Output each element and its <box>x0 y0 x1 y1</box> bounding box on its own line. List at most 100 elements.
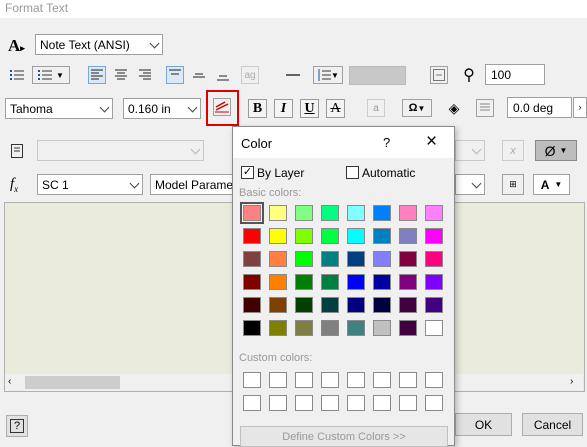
italic-button[interactable]: I <box>274 99 293 118</box>
basic-color-swatch[interactable] <box>243 228 261 244</box>
custom-color-swatch[interactable] <box>269 372 287 388</box>
basic-color-swatch[interactable] <box>425 228 443 244</box>
line-spacing-icon[interactable]: ▼ <box>313 66 343 84</box>
basic-color-swatch[interactable] <box>321 205 339 221</box>
cancel-button[interactable]: Cancel <box>522 413 583 436</box>
parameter-type-dropdown[interactable] <box>37 140 204 161</box>
spacing-field[interactable] <box>349 66 406 85</box>
insert-symbol-icon[interactable]: Ω ▼ <box>402 99 432 117</box>
automatic-checkbox[interactable] <box>346 166 359 179</box>
basic-color-swatch[interactable] <box>399 205 417 221</box>
strikethrough-button[interactable]: A <box>326 99 345 118</box>
custom-color-swatch[interactable] <box>295 395 313 411</box>
basic-color-swatch[interactable] <box>243 297 261 313</box>
basic-color-swatch[interactable] <box>295 297 313 313</box>
basic-color-swatch[interactable] <box>321 297 339 313</box>
numbered-list-icon[interactable]: ▼ <box>32 66 70 84</box>
rotation-input[interactable]: 0.0 deg <box>507 97 572 118</box>
basic-color-swatch[interactable] <box>425 205 443 221</box>
custom-color-swatch[interactable] <box>321 395 339 411</box>
basic-color-swatch[interactable] <box>295 205 313 221</box>
custom-color-swatch[interactable] <box>347 372 365 388</box>
custom-color-swatch[interactable] <box>373 372 391 388</box>
define-custom-colors-button[interactable]: Define Custom Colors >> <box>240 426 448 447</box>
basic-color-swatch[interactable] <box>399 297 417 313</box>
custom-color-swatch[interactable] <box>321 372 339 388</box>
basic-color-swatch[interactable] <box>321 228 339 244</box>
basic-color-swatch[interactable] <box>347 205 365 221</box>
custom-color-swatch[interactable] <box>347 395 365 411</box>
custom-color-swatch[interactable] <box>399 372 417 388</box>
basic-color-swatch[interactable] <box>373 297 391 313</box>
custom-color-swatch[interactable] <box>399 395 417 411</box>
basic-color-swatch[interactable] <box>269 274 287 290</box>
custom-color-swatch[interactable] <box>295 372 313 388</box>
line-icon[interactable] <box>284 66 302 84</box>
parameter-dropdown[interactable] <box>455 174 485 195</box>
basic-color-swatch[interactable] <box>425 274 443 290</box>
basic-color-swatch[interactable] <box>347 297 365 313</box>
basic-color-swatch[interactable] <box>399 274 417 290</box>
align-center-icon[interactable] <box>112 66 130 84</box>
add-parameter-icon[interactable]: x <box>502 140 524 161</box>
insert-parameter-icon[interactable]: ⊞ <box>502 174 524 195</box>
color-dialog[interactable]: Color ? × ✓ By Layer Automatic Basic col… <box>232 126 455 447</box>
basic-color-swatch[interactable] <box>399 251 417 267</box>
basic-color-swatch[interactable] <box>321 274 339 290</box>
help-button[interactable]: ? <box>6 415 28 437</box>
basic-color-swatch[interactable] <box>425 251 443 267</box>
basic-color-swatch[interactable] <box>321 251 339 267</box>
parameter-dropdown-right[interactable] <box>455 140 485 161</box>
underline-button[interactable]: U <box>300 99 319 118</box>
basic-color-swatch[interactable] <box>347 320 365 336</box>
basic-color-swatch[interactable] <box>347 228 365 244</box>
align-right-icon[interactable] <box>136 66 154 84</box>
basic-color-swatch[interactable] <box>295 320 313 336</box>
basic-color-swatch[interactable] <box>399 228 417 244</box>
custom-color-swatch[interactable] <box>425 395 443 411</box>
component-dropdown[interactable]: SC 1 <box>37 174 143 195</box>
bullet-list-icon[interactable] <box>8 66 26 84</box>
text-height-dropdown[interactable]: 0.160 in <box>123 98 201 119</box>
basic-color-swatch[interactable] <box>347 251 365 267</box>
symbol-dropdown[interactable]: Ø ▼ <box>535 140 577 161</box>
style-dropdown[interactable]: Note Text (ANSI) <box>35 34 163 55</box>
fit-text-icon[interactable] <box>430 66 448 84</box>
font-dropdown[interactable]: Tahoma <box>5 98 113 119</box>
custom-color-swatch[interactable] <box>373 395 391 411</box>
basic-color-swatch[interactable] <box>373 251 391 267</box>
align-middle-icon[interactable] <box>190 66 208 84</box>
basic-color-swatch[interactable] <box>373 274 391 290</box>
paragraph-icon[interactable] <box>476 99 494 117</box>
basic-color-swatch[interactable] <box>373 228 391 244</box>
basic-color-swatch[interactable] <box>240 202 264 224</box>
basic-color-swatch[interactable] <box>269 297 287 313</box>
basic-color-swatch[interactable] <box>321 320 339 336</box>
scroll-thumb[interactable] <box>25 376 120 389</box>
align-bottom-icon[interactable] <box>214 66 232 84</box>
basic-color-swatch[interactable] <box>269 251 287 267</box>
source-dropdown[interactable]: Model Parameters <box>150 174 240 195</box>
basic-color-swatch[interactable] <box>373 205 391 221</box>
fill-icon[interactable]: ◈ <box>445 99 463 117</box>
basic-color-swatch[interactable] <box>373 320 391 336</box>
width-scale-input[interactable]: 100 <box>485 64 545 85</box>
basic-color-swatch[interactable] <box>347 274 365 290</box>
case-dropdown[interactable]: A ▼ <box>533 174 570 195</box>
bold-button[interactable]: B <box>248 99 267 118</box>
basic-color-swatch[interactable] <box>425 297 443 313</box>
basic-color-swatch[interactable] <box>243 274 261 290</box>
ok-button[interactable]: OK <box>455 413 512 436</box>
basic-color-swatch[interactable] <box>295 251 313 267</box>
basic-color-swatch[interactable] <box>269 205 287 221</box>
stacking-icon[interactable]: ag <box>241 66 259 84</box>
scroll-right-icon[interactable]: › <box>570 376 573 387</box>
custom-color-swatch[interactable] <box>243 395 261 411</box>
basic-color-swatch[interactable] <box>399 320 417 336</box>
help-icon[interactable]: ? <box>383 135 390 150</box>
custom-color-swatch[interactable] <box>425 372 443 388</box>
basic-color-swatch[interactable] <box>243 251 261 267</box>
basic-color-swatch[interactable] <box>269 320 287 336</box>
basic-color-swatch[interactable] <box>295 274 313 290</box>
by-layer-checkbox[interactable]: ✓ <box>241 166 254 179</box>
